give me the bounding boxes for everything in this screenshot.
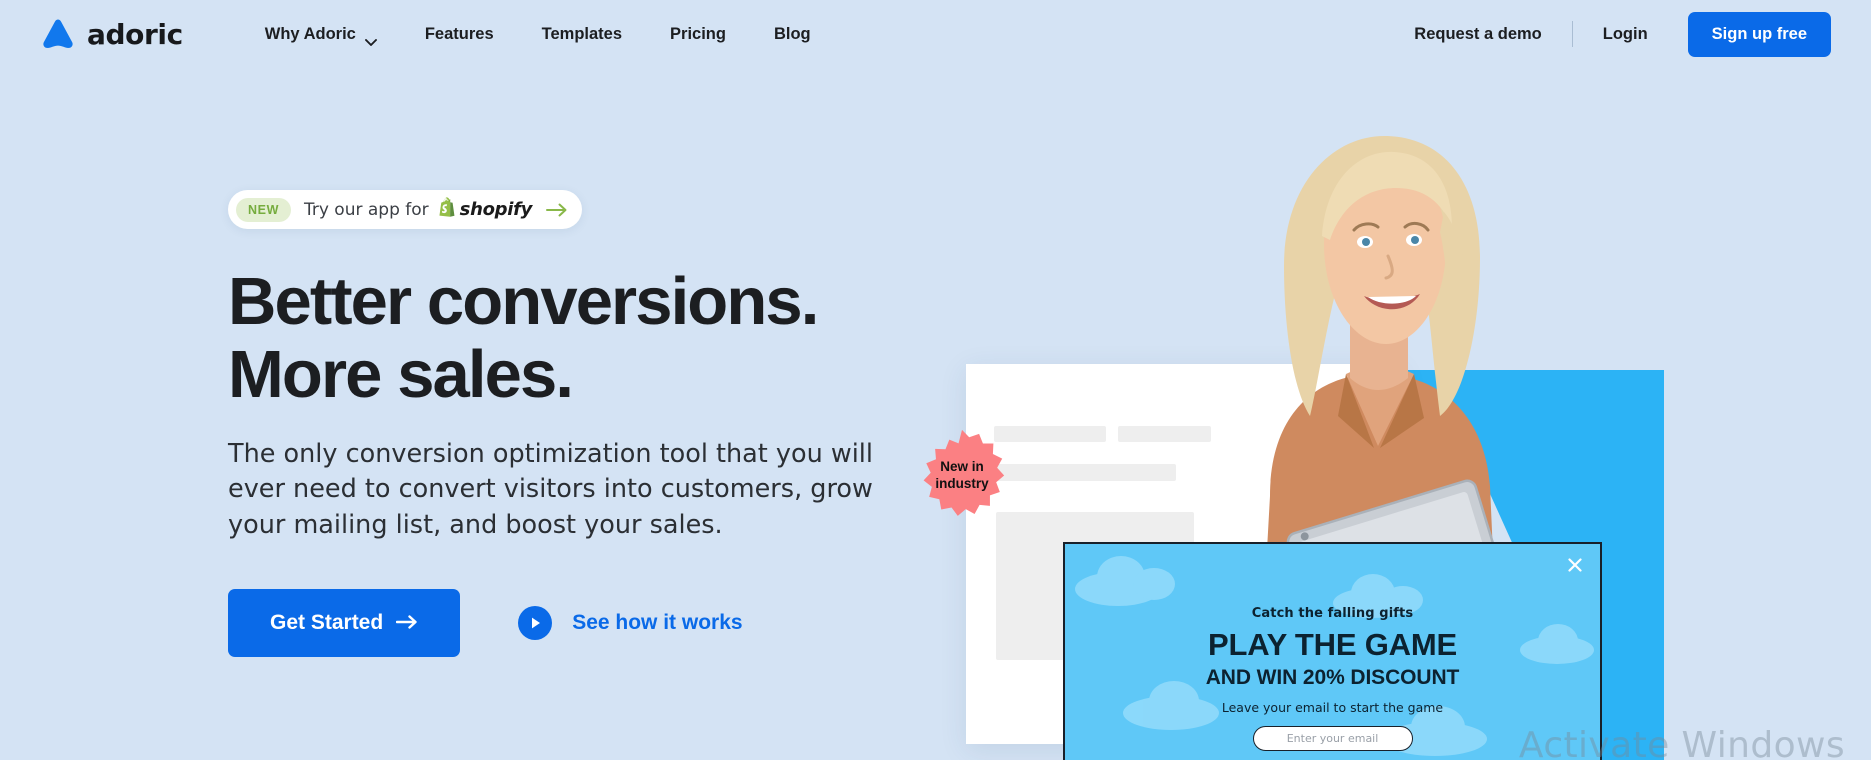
nav-item-templates-label: Templates	[541, 24, 623, 43]
chevron-down-icon	[364, 32, 377, 46]
brand-logo[interactable]: adoric	[40, 17, 183, 51]
headline-line-2: More sales.	[228, 337, 574, 413]
headline-line-1: Better conversions.	[228, 264, 819, 339]
popup-title: PLAY THE GAME	[1208, 627, 1457, 662]
popup-subtitle: AND WIN 20% DISCOUNT	[1205, 665, 1460, 689]
login-link[interactable]: Login	[1581, 15, 1670, 54]
nav-item-templates[interactable]: Templates	[518, 15, 646, 54]
brand-name: adoric	[87, 17, 183, 51]
popup-eyebrow: Catch the falling gifts	[1251, 606, 1414, 621]
nav-item-blog-label: Blog	[773, 24, 811, 43]
request-demo-link[interactable]: Request a demo	[1392, 15, 1563, 54]
shopify-wordmark: shopify	[459, 199, 533, 220]
shopify-app-badge[interactable]: NEW Try our app for shopify	[228, 190, 583, 229]
nav-actions: Request a demo Login Sign up free	[1392, 11, 1831, 57]
mockup-placeholder-bar	[994, 426, 1106, 442]
nav-item-features-label: Features	[424, 24, 494, 43]
shopify-logo: shopify	[438, 197, 532, 222]
mockup-placeholder-bar	[1118, 426, 1211, 442]
triangle-arrow-logo-icon	[40, 17, 76, 51]
nav-item-pricing-label: Pricing	[670, 24, 726, 43]
get-started-button[interactable]: Get Started	[228, 589, 461, 658]
arrow-right-icon	[546, 203, 568, 217]
nav-item-why-adoric-label: Why Adoric	[264, 24, 356, 43]
hero-cta-row: Get Started See how it works	[228, 589, 930, 658]
top-navigation-bar: adoric Why Adoric Features Templates Pri…	[0, 0, 1871, 68]
hero-copy-column: NEW Try our app for shopify Better conve…	[0, 68, 930, 760]
arrow-right-icon	[396, 611, 418, 635]
close-icon[interactable]	[1564, 554, 1586, 576]
game-popup-overlay: Catch the falling gifts PLAY THE GAME AN…	[1063, 542, 1602, 760]
nav-item-pricing[interactable]: Pricing	[646, 15, 750, 54]
shopify-bag-icon	[438, 197, 455, 222]
primary-nav: Why Adoric Features Templates Pricing Bl…	[241, 15, 835, 54]
popup-hint: Leave your email to start the game	[1221, 699, 1444, 715]
hero-section: NEW Try our app for shopify Better conve…	[0, 68, 1871, 760]
see-how-it-works-label: See how it works	[572, 611, 743, 635]
popup-content: Catch the falling gifts PLAY THE GAME AN…	[1065, 544, 1600, 760]
hero-subcopy: The only conversion optimization tool th…	[228, 439, 873, 540]
sign-up-free-button[interactable]: Sign up free	[1687, 11, 1831, 57]
page-title: Better conversions. More sales.	[228, 265, 930, 411]
get-started-label: Get Started	[270, 611, 384, 635]
nav-item-why-adoric[interactable]: Why Adoric	[241, 15, 401, 54]
nav-item-features[interactable]: Features	[401, 15, 518, 54]
new-tag-badge: NEW	[236, 197, 291, 222]
nav-divider	[1571, 21, 1573, 47]
see-how-it-works-link[interactable]: See how it works	[518, 606, 743, 641]
shopify-badge-text: Try our app for	[303, 199, 429, 220]
mockup-placeholder-bar	[994, 464, 1176, 481]
popup-email-input[interactable]	[1252, 725, 1413, 751]
nav-item-blog[interactable]: Blog	[750, 15, 835, 54]
play-circle-icon	[518, 606, 553, 641]
